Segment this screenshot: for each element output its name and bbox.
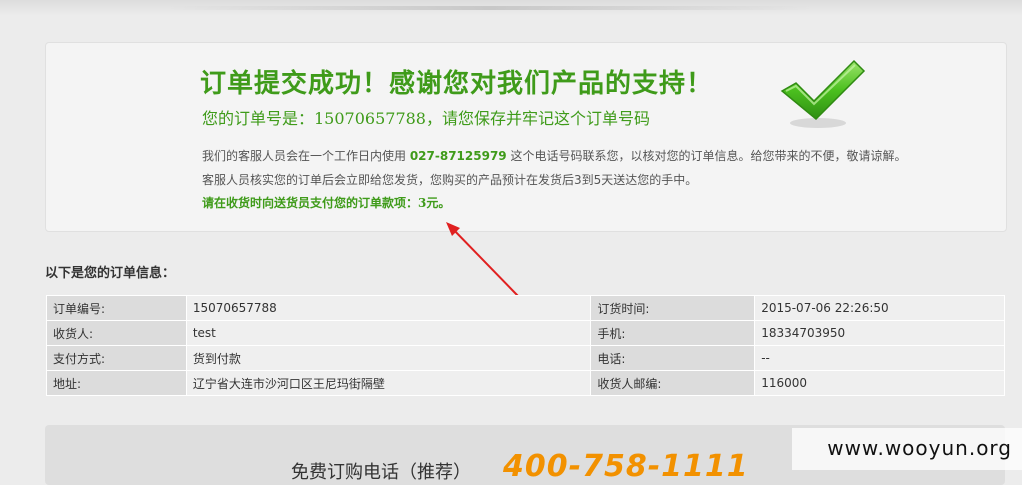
info-line1-post: 这个电话号码联系您，以核对您的订单信息。给您带来的不便，敬请谅解。 — [506, 149, 907, 163]
watermark: www.wooyun.org — [792, 428, 1022, 470]
cell-label: 订货时间: — [590, 295, 756, 321]
checkmark-icon — [780, 59, 866, 128]
cell-label: 收货人邮编: — [590, 370, 756, 396]
table-row: 订单编号: 15070657788 订货时间: 2015-07-06 22:26… — [46, 295, 1005, 321]
info-line-contact: 我们的客服人员会在一个工作日内使用 027-87125979 这个电话号码联系您… — [202, 147, 906, 164]
cell-label: 地址: — [46, 370, 187, 396]
cell-label: 订单编号: — [46, 295, 187, 321]
service-phone: 027-87125979 — [409, 149, 507, 163]
table-row: 支付方式: 货到付款 电话: -- — [46, 345, 1005, 371]
cell-value: test — [185, 320, 592, 346]
cell-value: 18334703950 — [754, 320, 1005, 346]
watermark-text: www.wooyun.org — [827, 436, 1012, 460]
cell-label: 电话: — [590, 345, 756, 371]
order-number-line: 您的订单号是：15070657788，请您保存并牢记这个订单号码 — [202, 109, 650, 128]
info-line1-pre: 我们的客服人员会在一个工作日内使用 — [202, 149, 410, 163]
cell-value: 辽宁省大连市沙河口区王尼玛街隔壁 — [185, 370, 592, 396]
hotline-label: 免费订购电话（推荐） — [291, 462, 471, 483]
cell-value: 116000 — [754, 370, 1005, 396]
cell-label: 手机: — [590, 320, 756, 346]
cell-value: 货到付款 — [185, 345, 592, 371]
success-title: 订单提交成功！感谢您对我们产品的支持！ — [200, 69, 714, 99]
cell-value: 15070657788 — [185, 295, 592, 321]
top-divider — [170, 6, 810, 10]
order-success-panel: 订单提交成功！感谢您对我们产品的支持！ 您的订单号是：15070657788，请… — [45, 42, 1007, 232]
info-line-delivery: 客服人员核实您的订单后会立即给您发货，您购买的产品预计在发货后3到5天送达您的手… — [202, 173, 698, 187]
order-info-heading: 以下是您的订单信息： — [45, 266, 176, 281]
red-arrow-annotation — [446, 222, 519, 297]
table-row: 地址: 辽宁省大连市沙河口区王尼玛街隔壁 收货人邮编: 116000 — [46, 370, 1005, 396]
payment-note: 请在收货时向送货员支付您的订单款项：3元。 — [202, 196, 451, 210]
cell-value: -- — [754, 345, 1005, 371]
cell-value: 2015-07-06 22:26:50 — [754, 295, 1005, 321]
order-info-table: 订单编号: 15070657788 订货时间: 2015-07-06 22:26… — [46, 295, 1005, 396]
hotline-number[interactable]: 400-758-1111 — [503, 449, 749, 484]
cell-label: 支付方式: — [46, 345, 187, 371]
cell-label: 收货人: — [46, 320, 187, 346]
table-row: 收货人: test 手机: 18334703950 — [46, 320, 1005, 346]
